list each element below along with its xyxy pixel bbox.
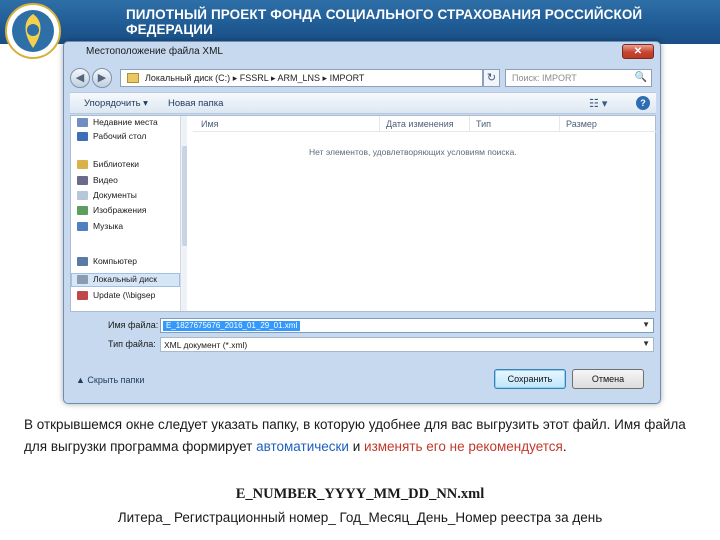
save-button[interactable]: Сохранить	[494, 369, 566, 389]
tree-item-local-disk[interactable]: Локальный диск	[93, 274, 157, 284]
address-segment[interactable]: IMPORT	[330, 73, 365, 83]
instruction-automatic: автоматически	[256, 439, 349, 454]
tree-item-computer[interactable]: Компьютер	[93, 256, 137, 266]
filetype-label: Тип файла:	[108, 339, 156, 349]
empty-folder-message: Нет элементов, удовлетворяющих условиям …	[309, 147, 517, 157]
instruction-warning: изменять его не рекомендуется	[364, 439, 563, 454]
chevron-down-icon[interactable]: ▼	[642, 339, 650, 348]
filename-pattern-legend: Литера_ Регистрационный номер_ Год_Месяц…	[117, 510, 603, 525]
view-options-icon[interactable]: ☷ ▾	[589, 97, 607, 110]
filename-pattern: E_NUMBER_YYYY_MM_DD_NN.xml	[235, 486, 485, 502]
search-input[interactable]: Поиск: IMPORT 🔍	[505, 69, 652, 87]
address-segment[interactable]: ARM_LNS	[277, 73, 320, 83]
dialog-toolbar: Упорядочить ▾ Новая папка ☷ ▾ ?	[70, 92, 656, 114]
column-divider[interactable]	[469, 116, 470, 132]
recent-places-icon	[77, 118, 88, 127]
dialog-title: Местоположение файла XML	[86, 46, 223, 57]
filetype-value: XML документ (*.xml)	[164, 340, 248, 350]
header-banner: ПИЛОТНЫЙ ПРОЕКТ ФОНДА СОЦИАЛЬНОГО СТРАХО…	[0, 0, 720, 44]
save-file-dialog: Местоположение файла XML ✕ ◀ ▶ Локальный…	[63, 41, 661, 404]
address-bar[interactable]: Локальный диск (C:) ▸ FSSRL ▸ ARM_LNS ▸ …	[120, 69, 483, 87]
column-date-modified[interactable]: Дата изменения	[386, 119, 454, 129]
tree-item-images[interactable]: Изображения	[93, 205, 146, 215]
address-separator: ▸	[322, 73, 328, 83]
tree-item-video[interactable]: Видео	[93, 175, 118, 185]
chevron-down-icon[interactable]: ▼	[642, 320, 650, 329]
column-divider[interactable]	[559, 116, 560, 132]
banner-title: ПИЛОТНЫЙ ПРОЕКТ ФОНДА СОЦИАЛЬНОГО СТРАХО…	[126, 7, 643, 37]
column-type[interactable]: Тип	[476, 119, 491, 129]
address-segment[interactable]: FSSRL	[240, 73, 269, 83]
column-divider[interactable]	[379, 116, 380, 132]
forward-button[interactable]: ▶	[92, 68, 112, 88]
computer-icon	[77, 257, 88, 266]
address-segment[interactable]: Локальный диск (C:)	[145, 73, 230, 83]
column-name[interactable]: Имя	[201, 119, 219, 129]
column-size[interactable]: Размер	[566, 119, 597, 129]
tree-scrollbar-thumb[interactable]	[182, 146, 187, 246]
tree-item-documents[interactable]: Документы	[93, 190, 137, 200]
desktop-icon	[77, 132, 88, 141]
instruction-text: В открывшемся окне следует указать папку…	[24, 414, 694, 458]
cancel-button[interactable]: Отмена	[572, 369, 644, 389]
column-headers: Имя Дата изменения Тип Размер	[193, 116, 657, 132]
drive-icon	[77, 275, 88, 284]
fss-emblem-icon	[5, 3, 61, 59]
hide-folders-button[interactable]: ▲ Скрыть папки	[76, 375, 144, 385]
search-placeholder: Поиск: IMPORT	[512, 73, 577, 83]
tree-item-music[interactable]: Музыка	[93, 221, 123, 231]
new-folder-button[interactable]: Новая папка	[168, 98, 223, 109]
filename-value: E_1827675676_2016_01_29_01.xml	[163, 321, 301, 331]
images-icon	[77, 206, 88, 215]
address-separator: ▸	[232, 73, 238, 83]
close-button[interactable]: ✕	[622, 44, 654, 59]
back-button[interactable]: ◀	[70, 68, 90, 88]
refresh-button[interactable]: ↻	[483, 69, 500, 87]
tree-item-libraries[interactable]: Библиотеки	[93, 159, 139, 169]
filename-input[interactable]: E_1827675676_2016_01_29_01.xml ▼	[160, 318, 654, 333]
music-icon	[77, 222, 88, 231]
video-icon	[77, 176, 88, 185]
filetype-select[interactable]: XML документ (*.xml) ▼	[160, 337, 654, 352]
filename-label: Имя файла:	[108, 320, 159, 330]
help-icon[interactable]: ?	[636, 96, 650, 110]
organize-button[interactable]: Упорядочить ▾	[84, 98, 148, 109]
file-browser: Недавние места Рабочий стол Библиотеки В…	[70, 115, 657, 312]
instruction-part-3: и	[348, 439, 365, 454]
tree-scrollbar[interactable]	[180, 116, 187, 311]
libraries-icon	[77, 160, 88, 169]
network-drive-icon	[77, 291, 88, 300]
tree-item-recent[interactable]: Недавние места	[93, 117, 158, 127]
address-separator: ▸	[270, 73, 276, 83]
tree-item-update[interactable]: Update (\\bigsep	[93, 290, 155, 300]
tree-item-desktop[interactable]: Рабочий стол	[93, 131, 146, 141]
search-icon: 🔍	[634, 72, 647, 83]
documents-icon	[77, 191, 88, 200]
folder-icon	[127, 73, 139, 83]
instruction-part-5: .	[562, 439, 567, 454]
navigation-pane: Недавние места Рабочий стол Библиотеки В…	[71, 116, 187, 311]
